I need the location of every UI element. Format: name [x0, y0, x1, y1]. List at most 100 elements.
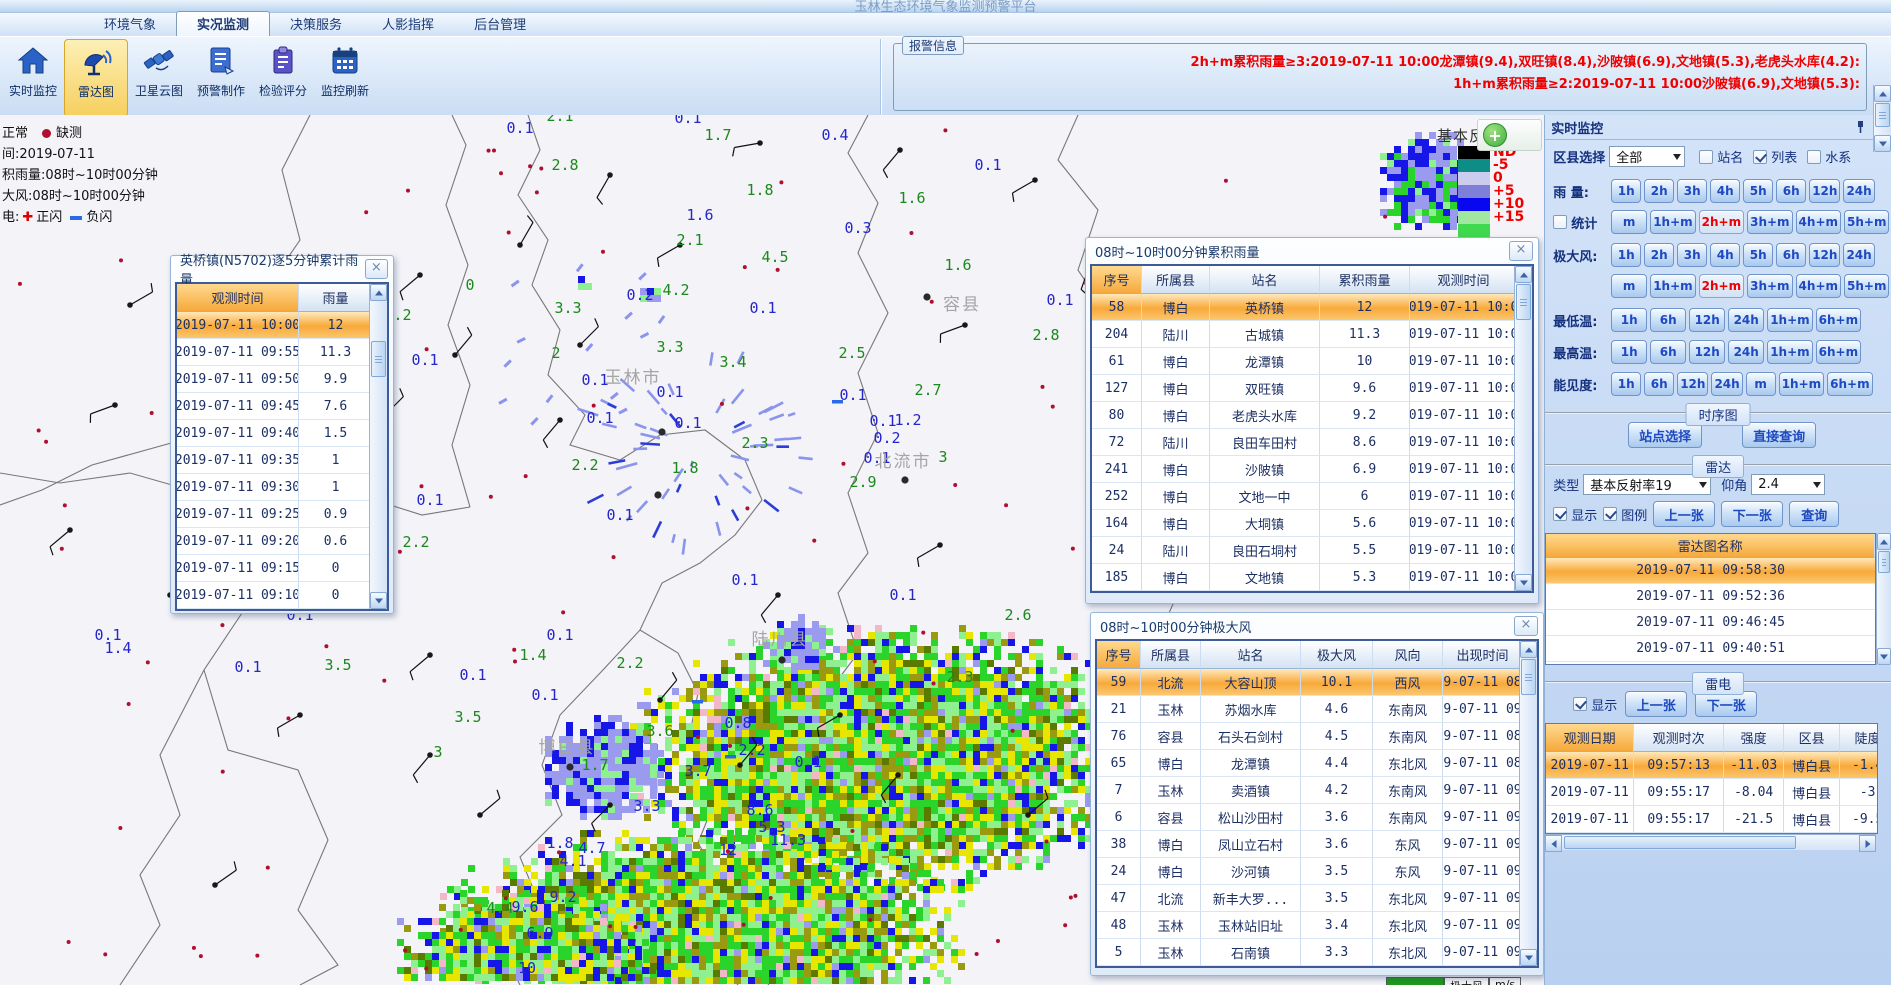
- scrollbar-vertical[interactable]: [1519, 641, 1537, 966]
- tool-satellite[interactable]: 卫星云图: [128, 39, 190, 115]
- table-row[interactable]: 204陆川古城镇11.32019-07-11 10:00: [1092, 321, 1514, 348]
- popup-titlebar[interactable]: 08时~10时00分钟极大风 ×: [1091, 613, 1543, 639]
- scroll-down-icon[interactable]: [1877, 648, 1891, 665]
- menu-tab-5[interactable]: 后台管理: [454, 12, 546, 36]
- close-icon[interactable]: ×: [1514, 616, 1538, 636]
- column-header[interactable]: 所属县: [1141, 641, 1201, 669]
- table-row[interactable]: 241博白沙陂镇6.92019-07-11 10:00: [1092, 456, 1514, 483]
- popup-titlebar[interactable]: 英桥镇(N5702)逐5分钟累计雨量 ×: [171, 256, 393, 282]
- scroll-left-icon[interactable]: [1545, 835, 1562, 852]
- btn-1h+m[interactable]: 1h+m: [1650, 274, 1695, 298]
- btn-5h[interactable]: 5h: [1743, 243, 1773, 267]
- tool-radar[interactable]: 雷达图: [64, 39, 128, 117]
- btn-3h[interactable]: 3h: [1677, 179, 1707, 203]
- table-row[interactable]: 5玉林石南镇3.3东北风2019-07-11 09:59: [1097, 939, 1519, 966]
- menu-tab-1[interactable]: 环境气象: [84, 12, 176, 36]
- column-header[interactable]: 雨量: [299, 284, 369, 312]
- scroll-down-icon[interactable]: [1874, 135, 1891, 152]
- column-header[interactable]: 极大风: [1301, 641, 1373, 669]
- btn-1h+m[interactable]: 1h+m: [1650, 210, 1695, 234]
- tool-home[interactable]: 实时监控: [2, 39, 64, 115]
- btn-12h[interactable]: 12h: [1809, 243, 1840, 267]
- popup-titlebar[interactable]: 08时~10时00分钟累积雨量 ×: [1086, 238, 1538, 264]
- table-row[interactable]: 2019-07-1109:57:13-11.03博白县-1.4: [1546, 752, 1877, 779]
- table-row[interactable]: 2019-07-11 09:100: [177, 582, 369, 609]
- table-row[interactable]: 2019-07-11 09:509.9: [177, 366, 369, 393]
- menu-tab-3[interactable]: 决策服务: [270, 12, 362, 36]
- table-row[interactable]: 47北流新丰大罗...3.5东北风2019-07-11 09:12: [1097, 885, 1519, 912]
- btn-6h+m[interactable]: 6h+m: [1827, 372, 1872, 396]
- column-header[interactable]: 序号: [1092, 266, 1142, 294]
- btn-12h[interactable]: 12h: [1689, 340, 1725, 364]
- scroll-thumb[interactable]: [1564, 836, 1796, 849]
- radar-next-button[interactable]: 下一张: [1721, 501, 1783, 527]
- btn-4h[interactable]: 4h: [1710, 243, 1740, 267]
- lightning-prev-button[interactable]: 上一张: [1625, 691, 1687, 717]
- btn-2h[interactable]: 2h: [1644, 179, 1674, 203]
- table-row[interactable]: 59北流大容山顶10.1西风2019-07-11 08:47: [1097, 669, 1519, 696]
- table-row[interactable]: 2019-07-11 09:401.5: [177, 420, 369, 447]
- table-row[interactable]: 252博白文地一中62019-07-11 10:00: [1092, 483, 1514, 510]
- table-row[interactable]: 185博白文地镇5.32019-07-11 10:00: [1092, 564, 1514, 591]
- table-row[interactable]: 2019-07-11 09:351: [177, 447, 369, 474]
- btn-1h+m[interactable]: 1h+m: [1767, 340, 1812, 364]
- radar-list-item[interactable]: 2019-07-11 09:52:36: [1546, 584, 1875, 610]
- table-row[interactable]: 2019-07-11 09:301: [177, 474, 369, 501]
- scrollbar-vertical[interactable]: [1514, 266, 1532, 591]
- scroll-thumb[interactable]: [1875, 103, 1890, 127]
- column-header[interactable]: 观测日期: [1546, 724, 1634, 752]
- scroll-thumb[interactable]: [1521, 659, 1536, 695]
- district-select[interactable]: 全部: [1609, 146, 1685, 167]
- btn-24h[interactable]: 24h: [1843, 179, 1874, 203]
- btn-m[interactable]: m: [1746, 372, 1776, 396]
- table-row[interactable]: 2019-07-1109:55:17-8.04博白县-3: [1546, 779, 1877, 806]
- list-checkbox[interactable]: [1753, 150, 1767, 164]
- scroll-up-icon[interactable]: [1874, 85, 1891, 102]
- btn-12h[interactable]: 12h: [1677, 372, 1708, 396]
- table-row[interactable]: 61博白龙潭镇102019-07-11 10:00: [1092, 348, 1514, 375]
- table-row[interactable]: 127博白双旺镇9.62019-07-11 10:00: [1092, 375, 1514, 402]
- btn-3h+m[interactable]: 3h+m: [1747, 210, 1792, 234]
- direct-query-button[interactable]: 直接查询: [1742, 422, 1816, 448]
- column-header[interactable]: 区县: [1784, 724, 1840, 752]
- scroll-down-icon[interactable]: [1520, 949, 1537, 966]
- table-row[interactable]: 72陆川良田车田村8.62019-07-11 10:00: [1092, 429, 1514, 456]
- scroll-up-icon[interactable]: [1515, 266, 1532, 283]
- column-header[interactable]: 出现时间: [1443, 641, 1519, 669]
- table-row[interactable]: 2019-07-1109:55:17-21.5博白县-9.511: [1546, 806, 1877, 833]
- btn-6h[interactable]: 6h: [1650, 308, 1686, 332]
- btn-3h[interactable]: 3h: [1677, 243, 1707, 267]
- btn-m[interactable]: m: [1611, 274, 1647, 298]
- btn-2h[interactable]: 2h: [1644, 243, 1674, 267]
- table-row[interactable]: 2019-07-11 09:5511.3: [177, 339, 369, 366]
- table-row[interactable]: 2019-07-11 09:150: [177, 555, 369, 582]
- btn-m[interactable]: m: [1611, 210, 1647, 234]
- radar-list-item[interactable]: 2019-07-11 09:46:45: [1546, 610, 1875, 636]
- table-row[interactable]: 2019-07-11 09:250.9: [177, 501, 369, 528]
- btn-12h[interactable]: 12h: [1809, 179, 1840, 203]
- scroll-up-icon[interactable]: [1520, 641, 1537, 658]
- btn-5h+m[interactable]: 5h+m: [1844, 210, 1889, 234]
- column-header[interactable]: 序号: [1097, 641, 1141, 669]
- btn-2h+m[interactable]: 2h+m: [1699, 210, 1744, 234]
- table-row[interactable]: 2019-07-11 10:0012: [177, 312, 369, 339]
- radar-query-button[interactable]: 查询: [1789, 501, 1839, 527]
- tool-calendar-refresh[interactable]: 监控刷新: [314, 39, 376, 115]
- radar-legend-checkbox[interactable]: [1603, 507, 1617, 521]
- btn-1h[interactable]: 1h: [1611, 179, 1641, 203]
- station-name-checkbox[interactable]: [1699, 150, 1713, 164]
- btn-24h[interactable]: 24h: [1711, 372, 1742, 396]
- table-row[interactable]: 65博白龙潭镇4.4东北风2019-07-11 08:34: [1097, 750, 1519, 777]
- scroll-down-icon[interactable]: [370, 592, 387, 609]
- column-header[interactable]: 站名: [1201, 641, 1301, 669]
- table-row[interactable]: 164博白大垌镇5.62019-07-11 10:00: [1092, 510, 1514, 537]
- map-area[interactable]: 1.72.82.14.51.604.23.323.33.42.52.72.21.…: [0, 115, 1545, 985]
- column-header[interactable]: 所属县: [1142, 266, 1210, 294]
- btn-4h+m[interactable]: 4h+m: [1796, 210, 1841, 234]
- table-row[interactable]: 58博白英桥镇122019-07-11 10:00: [1092, 294, 1514, 321]
- scroll-thumb[interactable]: [1878, 551, 1890, 573]
- alarm-scrollbar[interactable]: [1873, 85, 1891, 152]
- menu-tab-2[interactable]: 实况监测: [176, 11, 270, 36]
- scroll-up-icon[interactable]: [370, 284, 387, 301]
- radar-show-checkbox[interactable]: [1553, 507, 1567, 521]
